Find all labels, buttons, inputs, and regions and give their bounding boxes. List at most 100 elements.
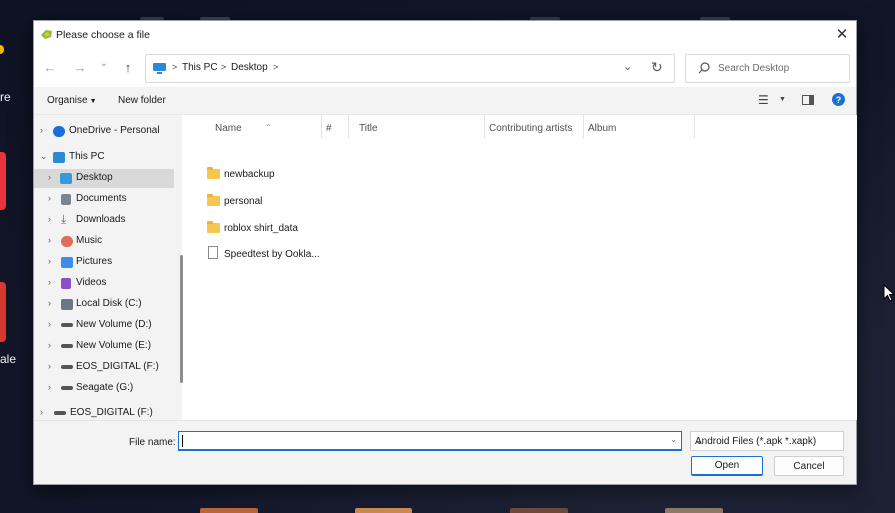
open-button[interactable]: Open: [691, 456, 763, 476]
chevron-right-icon[interactable]: ›: [48, 193, 51, 203]
tree-item-videos[interactable]: › Videos: [34, 274, 174, 293]
sort-ascending-icon: ⌃: [265, 123, 272, 132]
column-header-number[interactable]: #: [326, 123, 332, 134]
chevron-down-icon[interactable]: ⌄: [40, 151, 48, 162]
refresh-icon[interactable]: ↻: [651, 59, 663, 76]
breadcrumb-desktop[interactable]: Desktop: [231, 62, 268, 73]
dialog-title: Please choose a file: [56, 29, 150, 41]
column-divider[interactable]: [348, 115, 349, 139]
view-options-icon[interactable]: ☰: [758, 93, 769, 107]
navigation-pane-scrollbar[interactable]: [180, 255, 183, 383]
background-thumbnail: [200, 508, 258, 513]
file-row[interactable]: roblox shirt_data: [207, 217, 507, 239]
column-header-name[interactable]: Name: [215, 123, 242, 134]
tree-item-new-volume-e[interactable]: › New Volume (E:): [34, 337, 174, 356]
tree-item-documents[interactable]: › Documents: [34, 190, 174, 209]
chevron-right-icon[interactable]: ›: [48, 382, 51, 392]
chevron-right-icon[interactable]: ›: [40, 407, 43, 417]
tree-item-label: Desktop: [76, 172, 113, 183]
tree-item-eos-digital-f[interactable]: › EOS_DIGITAL (F:): [34, 358, 174, 377]
tree-item-label: Documents: [76, 193, 127, 204]
command-toolbar: Organise ▼ New folder ☰ ▼ ?: [34, 87, 856, 115]
file-name-input[interactable]: ⌄: [178, 431, 682, 451]
help-icon[interactable]: ?: [832, 93, 845, 106]
tree-item-music[interactable]: › Music: [34, 232, 174, 251]
close-button[interactable]: ✕: [828, 21, 856, 47]
chevron-right-icon[interactable]: ›: [48, 256, 51, 266]
forward-button[interactable]: →: [70, 57, 90, 77]
chevron-down-icon: ⌄: [695, 436, 704, 447]
file-row[interactable]: personal: [207, 190, 507, 212]
file-name: personal: [224, 196, 263, 207]
search-box[interactable]: Search Desktop: [685, 54, 850, 83]
chevron-right-icon[interactable]: ›: [48, 214, 51, 224]
pictures-icon: [61, 257, 73, 268]
caret-down-icon[interactable]: ▼: [779, 96, 786, 103]
address-history-dropdown[interactable]: ⌄: [623, 60, 632, 73]
up-button[interactable]: ↑: [118, 57, 138, 77]
file-name: newbackup: [224, 169, 275, 180]
folder-icon: [207, 194, 220, 206]
chevron-right-icon[interactable]: ›: [40, 125, 43, 135]
preview-pane-icon[interactable]: [802, 95, 814, 105]
chevron-right-icon[interactable]: ›: [48, 298, 51, 308]
tree-item-local-disk-c[interactable]: › Local Disk (C:): [34, 295, 174, 314]
tree-item-onedrive[interactable]: › OneDrive - Personal: [34, 122, 174, 141]
column-header-title[interactable]: Title: [359, 123, 378, 134]
column-divider[interactable]: [583, 115, 584, 139]
tree-item-label: Music: [76, 235, 103, 246]
chevron-down-icon: ⌄: [99, 57, 109, 69]
chevron-right-icon[interactable]: ›: [48, 277, 51, 287]
drive-icon: [61, 344, 73, 348]
file-row[interactable]: Speedtest by Ookla...: [207, 243, 507, 265]
column-header-contributing-artists[interactable]: Contributing artists: [489, 123, 572, 134]
background-edge-text: ale: [0, 352, 17, 366]
document-icon: [208, 246, 218, 259]
breadcrumb-separator: >: [273, 62, 279, 72]
breadcrumb-this-pc[interactable]: This PC: [182, 62, 218, 73]
drive-icon: [61, 365, 73, 369]
tree-item-new-volume-d[interactable]: › New Volume (D:): [34, 316, 174, 335]
recent-locations-button[interactable]: ⌄: [94, 53, 114, 73]
tree-item-desktop[interactable]: › Desktop: [34, 169, 174, 188]
background-edge-text: re: [0, 90, 11, 104]
column-divider[interactable]: [484, 115, 485, 139]
address-bar[interactable]: > This PC > Desktop > ⌄ ↻: [145, 54, 675, 83]
file-row[interactable]: newbackup: [207, 163, 507, 185]
tree-item-seagate-g[interactable]: › Seagate (G:): [34, 379, 174, 398]
tree-item-downloads[interactable]: › ⤓ Downloads: [34, 211, 174, 230]
cancel-button[interactable]: Cancel: [774, 456, 844, 476]
tree-item-label: EOS_DIGITAL (F:): [76, 361, 159, 372]
organise-menu[interactable]: Organise ▼: [47, 95, 97, 106]
text-cursor: [182, 435, 183, 447]
file-type-select[interactable]: Android Files (*.apk *.xapk) ⌄: [690, 431, 844, 451]
tree-item-label: New Volume (E:): [76, 340, 152, 351]
close-icon: ✕: [835, 26, 849, 43]
column-header-album[interactable]: Album: [588, 123, 616, 134]
dialog-titlebar[interactable]: Please choose a file ✕: [34, 21, 856, 49]
chevron-right-icon[interactable]: ›: [48, 172, 51, 182]
organise-label: Organise: [47, 95, 88, 106]
search-placeholder: Search Desktop: [718, 63, 790, 74]
tree-item-label: EOS_DIGITAL (F:): [70, 407, 153, 418]
dialog-footer: File name: ⌄ Android Files (*.apk *.xapk…: [34, 420, 856, 484]
tree-item-pictures[interactable]: › Pictures: [34, 253, 174, 272]
chevron-right-icon[interactable]: ›: [48, 361, 51, 371]
app-logo-icon: [41, 30, 52, 39]
back-button[interactable]: ←: [40, 57, 60, 77]
chevron-right-icon[interactable]: ›: [48, 235, 51, 245]
navigation-bar: ← → ⌄ ↑ > This PC > Desktop > ⌄ ↻ Search…: [34, 49, 856, 87]
chevron-down-icon[interactable]: ⌄: [670, 435, 677, 444]
new-folder-button[interactable]: New folder: [118, 95, 166, 106]
chevron-right-icon[interactable]: ›: [48, 340, 51, 350]
chevron-right-icon[interactable]: ›: [48, 319, 51, 329]
videos-icon: [61, 278, 71, 289]
download-icon: ⤓: [61, 212, 67, 226]
arrow-left-icon: ←: [43, 59, 57, 75]
disk-icon: [61, 299, 73, 310]
column-divider[interactable]: [321, 115, 322, 139]
background-thumbnail: [510, 508, 568, 513]
tree-item-label: New Volume (D:): [76, 319, 152, 330]
tree-item-this-pc[interactable]: ⌄ This PC: [34, 148, 174, 167]
column-divider[interactable]: [694, 115, 695, 139]
